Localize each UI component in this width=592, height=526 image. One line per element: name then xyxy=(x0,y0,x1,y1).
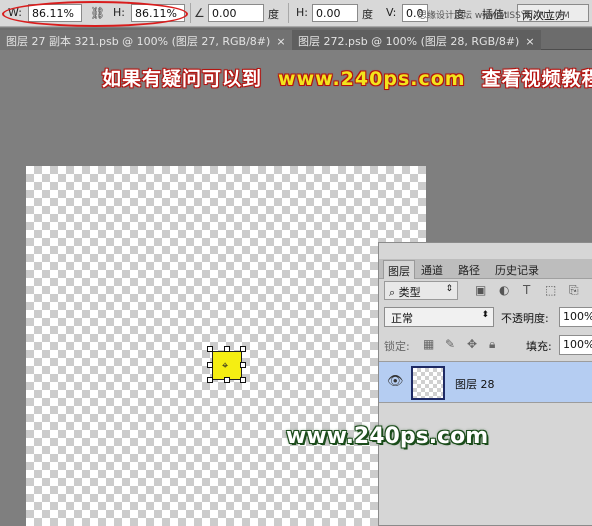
transform-handle[interactable] xyxy=(240,346,246,352)
close-icon[interactable]: × xyxy=(276,35,285,48)
image-filter-icon[interactable]: ▣ xyxy=(475,283,486,297)
shape-filter-icon[interactable]: ⬚ xyxy=(545,283,556,297)
blend-mode-select[interactable]: 正常 ⬍ xyxy=(384,307,494,327)
tab-layers[interactable]: 图层 xyxy=(383,260,415,279)
watermark-url: www.240ps.com xyxy=(278,68,466,90)
tab-paths[interactable]: 路径 xyxy=(454,260,484,279)
lock-position-icon[interactable]: ✥ xyxy=(467,337,477,351)
tab-history[interactable]: 历史记录 xyxy=(491,260,543,279)
separator xyxy=(190,3,191,23)
angle-unit: 度 xyxy=(268,8,279,21)
transform-handle[interactable] xyxy=(207,362,213,368)
site-watermark: 思缘设计论坛 www.MISSYUAN.COM xyxy=(418,11,570,21)
layer-thumbnail xyxy=(411,366,445,400)
close-icon[interactable]: × xyxy=(525,35,534,48)
watermark-prefix: 如果有疑问可以到 xyxy=(102,68,263,90)
eye-icon[interactable]: 👁︎ xyxy=(387,374,404,389)
type-filter-icon[interactable]: T xyxy=(523,283,530,297)
hskew-label: H: xyxy=(296,6,308,19)
adjustment-filter-icon[interactable]: ◐ xyxy=(499,283,509,297)
hskew-unit: 度 xyxy=(362,8,373,21)
vskew-label: V: xyxy=(386,6,397,19)
document-tabs: 图层 27 副本 321.psb @ 100% (图层 27, RGB/8#) ×… xyxy=(0,28,592,50)
layer-row[interactable]: 👁︎ 图层 28 xyxy=(379,361,592,403)
header-watermark: 如果有疑问可以到 www.240ps.com 查看视频教程 xyxy=(102,64,592,91)
watermark-suffix: 查看视频教程 xyxy=(481,68,592,90)
transform-handle[interactable] xyxy=(240,362,246,368)
chevron-updown-icon: ⇕ xyxy=(445,284,453,294)
opacity-input[interactable]: 100% xyxy=(559,307,592,327)
transform-handle[interactable] xyxy=(207,346,213,352)
tab-channels[interactable]: 通道 xyxy=(417,260,447,279)
transform-handle[interactable] xyxy=(240,377,246,383)
transform-handle[interactable] xyxy=(207,377,213,383)
reference-point-icon[interactable]: ⌖ xyxy=(222,359,228,373)
layers-panel: 图层 通道 路径 历史记录 ⌕ 类型 ⇕ ▣ ◐ T ⬚ ⎘ 正常 ⬍ 不透明度: … xyxy=(378,242,592,526)
options-bar: W: 86.11% ⛓ H: 86.11% ∠ 0.00 度 H: 0.00 度… xyxy=(0,0,592,27)
tab-document-1[interactable]: 图层 27 副本 321.psb @ 100% (图层 27, RGB/8#) × xyxy=(0,30,292,50)
blend-mode-value: 正常 xyxy=(391,312,413,325)
hskew-input[interactable]: 0.00 xyxy=(312,4,358,22)
filter-label: 类型 xyxy=(398,286,421,299)
chevron-down-icon: ⬍ xyxy=(481,310,489,320)
tab-label: 图层 27 副本 321.psb @ 100% (图层 27, RGB/8#) xyxy=(6,35,271,48)
layer-filter-select[interactable]: ⌕ 类型 ⇕ xyxy=(384,281,458,300)
angle-icon: ∠ xyxy=(194,6,205,20)
fill-input[interactable]: 100% xyxy=(559,335,592,355)
layer-name: 图层 28 xyxy=(455,378,495,391)
opacity-label: 不透明度: xyxy=(501,312,549,325)
separator xyxy=(288,3,289,23)
tab-label: 图层 272.psb @ 100% (图层 28, RGB/8#) xyxy=(298,35,520,48)
panel-tabs: 图层 通道 路径 历史记录 xyxy=(379,259,592,279)
search-icon: ⌕ xyxy=(389,286,399,299)
smart-object-filter-icon[interactable]: ⎘ xyxy=(569,283,579,298)
transform-handle[interactable] xyxy=(224,346,230,352)
fill-label: 填充: xyxy=(526,340,552,353)
lock-pixels-icon[interactable]: ✎ xyxy=(445,337,455,351)
lock-label: 锁定: xyxy=(384,340,410,353)
lock-transparent-icon[interactable]: ▦ xyxy=(423,337,434,351)
tab-document-2[interactable]: 图层 272.psb @ 100% (图层 28, RGB/8#) × xyxy=(292,30,541,50)
bottom-watermark: www.240ps.com xyxy=(286,424,489,449)
lock-all-icon[interactable]: 🔒︎ xyxy=(489,337,495,352)
highlight-oval xyxy=(2,1,188,27)
angle-input[interactable]: 0.00 xyxy=(208,4,264,22)
transform-handle[interactable] xyxy=(224,377,230,383)
